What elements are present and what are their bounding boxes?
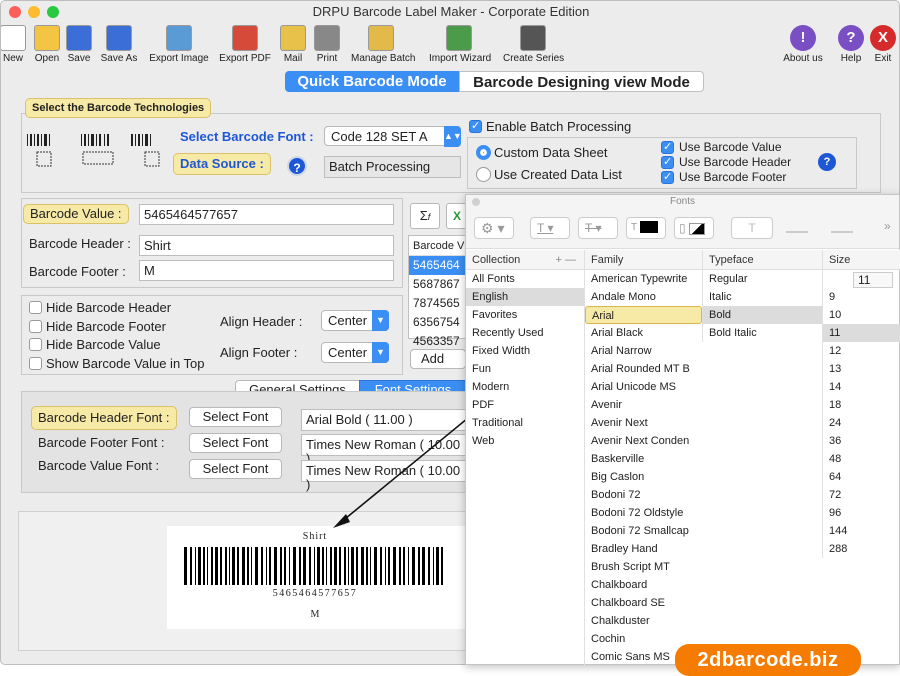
strikethrough-icon[interactable]: T ▾ xyxy=(578,217,618,239)
family-item[interactable]: Avenir Next Conden xyxy=(585,432,702,450)
size-item[interactable]: 13 xyxy=(823,360,900,378)
collection-item[interactable]: English xyxy=(466,288,584,306)
family-item[interactable]: Bodoni 72 Oldstyle xyxy=(585,504,702,522)
family-item[interactable]: Bodoni 72 xyxy=(585,486,702,504)
size-item[interactable]: 36 xyxy=(823,432,900,450)
family-column: Family American Typewrite Andale Mono Aria… xyxy=(584,250,702,666)
fonts-panel-title: Fonts xyxy=(466,195,899,209)
size-item[interactable]: 18 xyxy=(823,396,900,414)
close-panel-button[interactable] xyxy=(472,198,480,206)
size-item[interactable]: 24 xyxy=(823,414,900,432)
fonts-panel: Fonts ⚙ ▾ T ▾ T ▾ T ▯ T » Collection + — … xyxy=(465,194,900,666)
size-item[interactable]: 11 xyxy=(823,324,900,342)
family-item[interactable]: Arial Rounded MT B xyxy=(585,360,702,378)
family-item[interactable]: Bradley Hand xyxy=(585,540,702,558)
collection-column: Collection + — All Fonts English Favorites R… xyxy=(466,250,584,450)
family-item[interactable]: Avenir Next xyxy=(585,414,702,432)
document-color-icon[interactable]: ▯ xyxy=(674,217,714,239)
family-item[interactable]: Bodoni 72 Smallcap xyxy=(585,522,702,540)
collection-item[interactable]: Fun xyxy=(466,360,584,378)
size-item[interactable]: 144 xyxy=(823,522,900,540)
family-item[interactable]: Arial Black xyxy=(585,324,702,342)
family-item[interactable]: Arial Unicode MS xyxy=(585,378,702,396)
size-item[interactable]: 12 xyxy=(823,342,900,360)
size-item[interactable]: 64 xyxy=(823,468,900,486)
fonts-toolbar: ⚙ ▾ T ▾ T ▾ T ▯ T » xyxy=(466,209,899,249)
family-item[interactable]: Big Caslon xyxy=(585,468,702,486)
text-color-icon[interactable]: T xyxy=(626,217,666,239)
size-item[interactable]: 9 xyxy=(823,288,900,306)
typeface-item[interactable]: Bold xyxy=(703,306,822,324)
collection-item[interactable]: All Fonts xyxy=(466,270,584,288)
family-item[interactable]: Arial xyxy=(585,306,702,324)
family-item[interactable]: Brush Script MT xyxy=(585,558,702,576)
typeface-item[interactable]: Bold Italic xyxy=(703,324,822,342)
family-item[interactable]: Baskerville xyxy=(585,450,702,468)
add-remove-collection-icon[interactable]: + — xyxy=(556,250,584,270)
gear-icon[interactable]: ⚙ ▾ xyxy=(474,217,514,239)
watermark-badge: 2dbarcode.biz xyxy=(675,644,861,676)
underline-icon[interactable]: T ▾ xyxy=(530,217,570,239)
family-item[interactable]: Chalkboard SE xyxy=(585,594,702,612)
text-shadow-icon[interactable]: T xyxy=(731,217,773,239)
typeface-header: Typeface xyxy=(703,250,822,270)
family-item[interactable]: Arial Narrow xyxy=(585,342,702,360)
size-item[interactable]: 72 xyxy=(823,486,900,504)
family-header: Family xyxy=(585,250,702,270)
size-item[interactable]: 10 xyxy=(823,306,900,324)
collection-item[interactable]: Favorites xyxy=(466,306,584,324)
collection-item[interactable]: Fixed Width xyxy=(466,342,584,360)
size-input[interactable]: 11 xyxy=(853,272,893,288)
size-item[interactable]: 48 xyxy=(823,450,900,468)
size-item[interactable]: 288 xyxy=(823,540,900,558)
typeface-item[interactable]: Regular xyxy=(703,270,822,288)
family-item[interactable]: Chalkduster xyxy=(585,612,702,630)
shadow-blur-slider[interactable] xyxy=(831,231,853,233)
chevron-right-icon[interactable]: » xyxy=(884,219,891,233)
shadow-opacity-slider[interactable] xyxy=(786,231,808,233)
size-header: Size xyxy=(823,250,900,270)
collection-item[interactable]: PDF xyxy=(466,396,584,414)
collection-item[interactable]: Traditional xyxy=(466,414,584,432)
family-item[interactable]: Chalkboard xyxy=(585,576,702,594)
collection-header: Collection + — xyxy=(466,250,584,270)
size-item[interactable]: 96 xyxy=(823,504,900,522)
size-item[interactable]: 14 xyxy=(823,378,900,396)
family-item[interactable]: American Typewrite xyxy=(585,270,702,288)
family-item[interactable]: Andale Mono xyxy=(585,288,702,306)
size-column: Size 11 9 10 11 12 13 14 18 24 36 48 64 72 96 144 288 xyxy=(822,250,900,558)
collection-header-label: Collection xyxy=(472,254,521,266)
family-item[interactable]: Avenir xyxy=(585,396,702,414)
collection-item[interactable]: Recently Used xyxy=(466,324,584,342)
collection-item[interactable]: Web xyxy=(466,432,584,450)
typeface-item[interactable]: Italic xyxy=(703,288,822,306)
collection-item[interactable]: Modern xyxy=(466,378,584,396)
typeface-column: Typeface Regular Italic Bold Bold Italic xyxy=(702,250,822,342)
